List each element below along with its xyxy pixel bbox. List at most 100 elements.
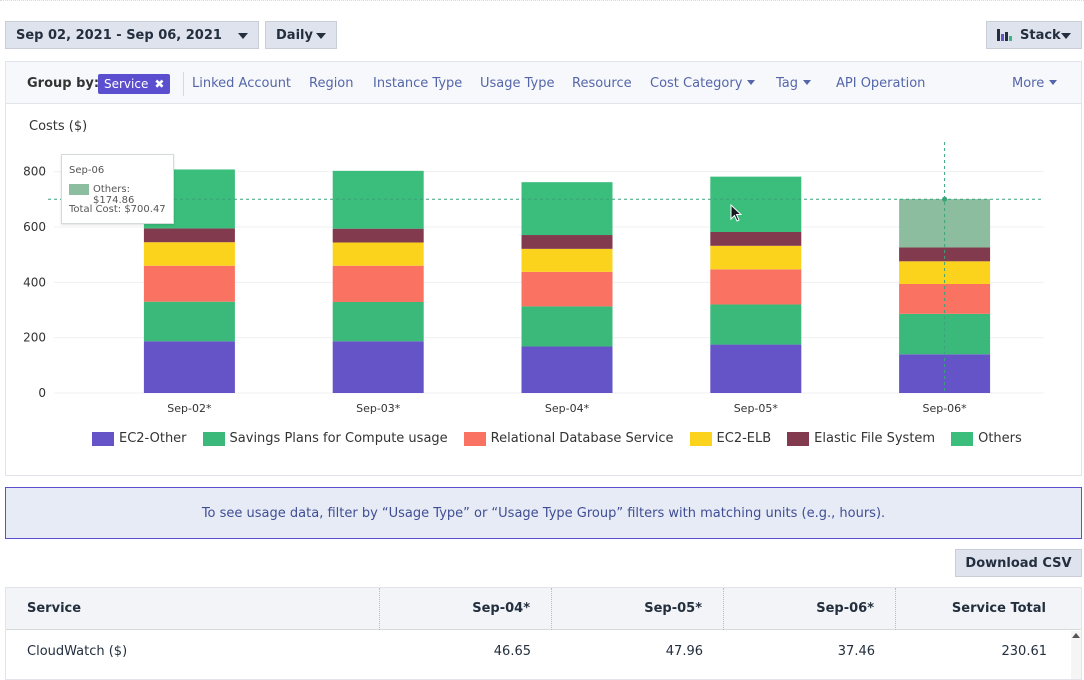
download-csv-button[interactable]: Download CSV	[955, 549, 1082, 577]
y-tick-label: 200	[23, 331, 46, 345]
column-header-sep-04[interactable]: Sep-04*	[472, 601, 530, 616]
bar-segment[interactable]	[521, 248, 613, 272]
x-tick-label: Sep-02*	[167, 402, 212, 415]
granularity-label: Daily	[276, 27, 313, 43]
group-by-instance-type[interactable]: Instance Type	[373, 76, 462, 91]
bar-segment[interactable]	[143, 341, 235, 393]
legend-item[interactable]: Savings Plans for Compute usage	[202, 431, 448, 446]
group-by-chip-service[interactable]: Service ✖	[98, 74, 171, 94]
bar-segment[interactable]	[710, 304, 802, 345]
table-header: Service Sep-04* Sep-05* Sep-06* Service …	[6, 588, 1081, 630]
legend-item[interactable]: EC2-ELB	[689, 431, 771, 446]
group-by-api-operation[interactable]: API Operation	[836, 76, 925, 91]
group-by-cost-category-label: Cost Category	[650, 76, 743, 91]
chevron-down-icon	[316, 33, 326, 39]
legend-swatch	[787, 431, 810, 446]
tooltip-total: Total Cost: $700.47	[69, 204, 166, 215]
date-range-label: Sep 02, 2021 - Sep 06, 2021	[16, 27, 222, 43]
bar-segment[interactable]	[332, 170, 424, 229]
column-header-sep-06[interactable]: Sep-06*	[816, 601, 874, 616]
group-by-cost-category[interactable]: Cost Category	[650, 76, 756, 91]
y-tick-label: 400	[23, 275, 46, 289]
cell-sep-05: 47.96	[665, 644, 703, 659]
bar-segment[interactable]	[710, 245, 802, 270]
bar-segment[interactable]	[332, 341, 424, 393]
column-divider	[895, 588, 896, 630]
chart-style-dropdown[interactable]: Stack	[986, 21, 1082, 49]
cell-sep-04: 46.65	[493, 644, 531, 659]
column-header-service[interactable]: Service	[27, 601, 81, 616]
cost-chart-panel: Costs ($) 0 200 400 600 800 Sep-02* Sep-03* Sep-…	[5, 104, 1082, 476]
cost-table: Service Sep-04* Sep-05* Sep-06* Service …	[5, 587, 1082, 680]
group-by-resource[interactable]: Resource	[572, 76, 632, 91]
legend-item[interactable]: Relational Database Service	[463, 431, 674, 446]
granularity-dropdown[interactable]: Daily	[265, 21, 337, 49]
bar-segment[interactable]	[710, 176, 802, 232]
column-divider	[551, 588, 552, 630]
x-tick-label: Sep-03*	[356, 402, 401, 415]
bar-segment[interactable]	[710, 231, 802, 246]
chevron-down-icon	[1061, 33, 1071, 39]
bar-segment[interactable]	[521, 235, 613, 249]
table-scrollbar[interactable]	[1071, 631, 1081, 679]
legend-item[interactable]: EC2-Other	[92, 431, 187, 446]
group-by-tag-label: Tag	[776, 76, 799, 91]
bar-segment[interactable]	[710, 344, 802, 393]
x-tick-label: Sep-04*	[545, 402, 590, 415]
bar-segment[interactable]	[521, 346, 613, 393]
legend-item[interactable]: Elastic File System	[787, 431, 935, 446]
legend-swatch	[951, 431, 974, 446]
legend-label: Elastic File System	[814, 431, 936, 446]
chart-legend: EC2-Other Savings Plans for Compute usage…	[92, 431, 1038, 446]
bar-segment[interactable]	[710, 269, 802, 305]
bar-segment[interactable]	[332, 265, 424, 302]
tooltip-swatch	[69, 184, 89, 195]
bar-segment[interactable]	[899, 247, 991, 262]
x-tick-label: Sep-06*	[922, 402, 967, 415]
group-by-chip-label: Service	[104, 77, 149, 91]
close-icon[interactable]: ✖	[154, 77, 164, 91]
chart-tooltip: Sep-06 Others: $174.86 Total Cost: $700.…	[61, 154, 174, 224]
group-by-more-label: More	[1012, 76, 1045, 91]
chevron-down-icon	[747, 80, 756, 85]
divider	[183, 72, 184, 96]
column-header-service-total[interactable]: Service Total	[952, 601, 1046, 616]
download-csv-label: Download CSV	[965, 555, 1072, 571]
bar-segment[interactable]	[143, 228, 235, 243]
legend-item[interactable]: Others	[951, 431, 1022, 446]
group-by-linked-account[interactable]: Linked Account	[192, 76, 291, 91]
legend-swatch	[92, 431, 114, 446]
bar-segment[interactable]	[521, 182, 613, 236]
legend-swatch	[463, 431, 486, 446]
group-by-usage-type[interactable]: Usage Type	[480, 76, 555, 91]
chevron-down-icon	[238, 33, 248, 39]
bar-segment[interactable]	[143, 265, 235, 302]
bar-segment[interactable]	[521, 306, 613, 347]
legend-label: Others	[978, 431, 1022, 446]
chevron-down-icon	[1049, 80, 1058, 85]
bar-segment[interactable]	[143, 242, 235, 266]
mouse-pointer-icon	[730, 204, 743, 222]
y-axis-title: Costs ($)	[29, 119, 87, 134]
bar-segment[interactable]	[332, 242, 424, 266]
bar-segment[interactable]	[332, 301, 424, 342]
group-by-more[interactable]: More	[1012, 76, 1058, 91]
cell-sep-06: 37.46	[837, 644, 875, 659]
column-header-sep-05[interactable]: Sep-05*	[644, 601, 702, 616]
bar-segment[interactable]	[143, 301, 235, 342]
group-by-label: Group by:	[27, 76, 100, 91]
bar-segment[interactable]	[521, 271, 613, 307]
legend-label: Savings Plans for Compute usage	[229, 431, 448, 446]
cell-service: CloudWatch ($)	[27, 644, 128, 659]
bar-segment[interactable]	[332, 228, 424, 243]
scroll-up-icon[interactable]	[1072, 633, 1080, 638]
group-by-tag[interactable]: Tag	[776, 76, 812, 91]
x-tick-label: Sep-05*	[734, 402, 779, 415]
date-range-picker[interactable]: Sep 02, 2021 - Sep 06, 2021	[5, 21, 259, 49]
legend-swatch	[202, 431, 225, 446]
group-by-region[interactable]: Region	[309, 76, 354, 91]
y-tick-label: 600	[23, 220, 46, 234]
column-divider	[723, 588, 724, 630]
tooltip-date: Sep-06	[69, 165, 105, 176]
table-row: CloudWatch ($) 46.65 47.96 37.46 230.61	[6, 644, 1071, 674]
